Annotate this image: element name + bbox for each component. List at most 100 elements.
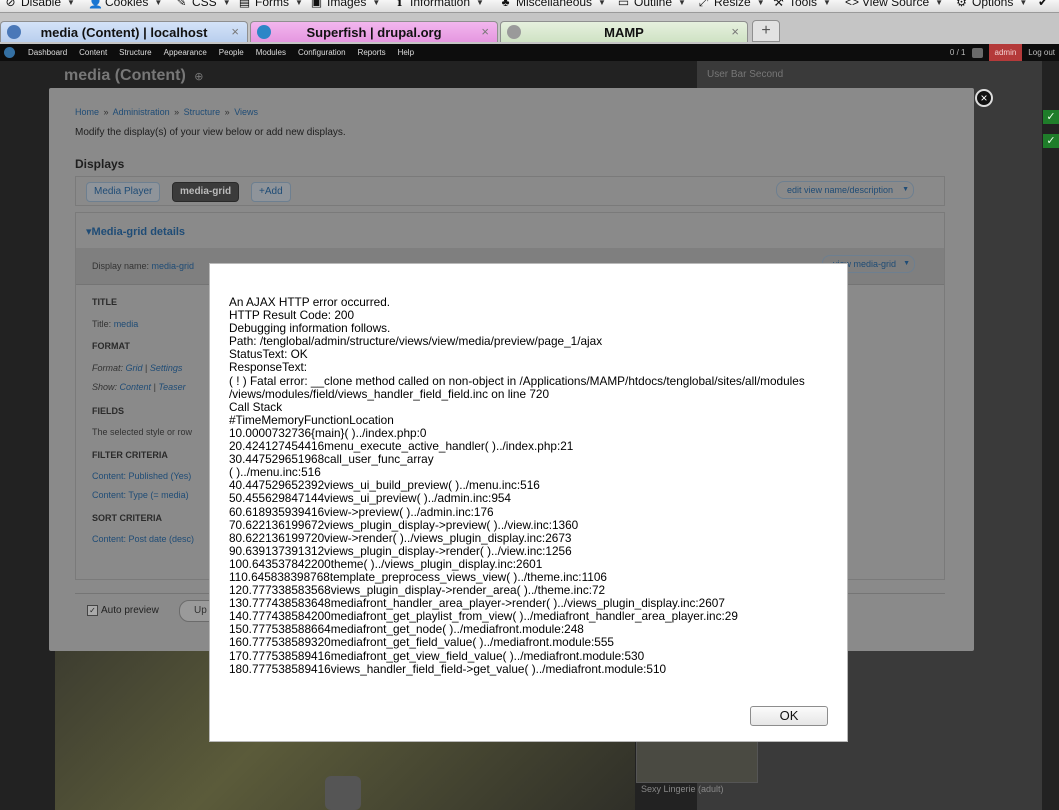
view-source-menu[interactable]: <> View Source ▼	[845, 0, 943, 9]
sidebar-title: User Bar Second	[707, 69, 784, 80]
display-name-link[interactable]: media-grid	[152, 261, 195, 271]
tab-media-player[interactable]: Media Player	[86, 182, 161, 202]
error-line: StatusText: OK	[229, 347, 308, 362]
auto-preview-label: Auto preview	[101, 605, 159, 616]
outline-icon: ▭	[617, 0, 630, 9]
miscellaneous-label: Miscellaneous	[516, 0, 593, 9]
current-user-link[interactable]: admin	[988, 44, 1023, 61]
format-settings-link[interactable]: Settings	[150, 363, 183, 373]
globe-favicon-icon	[507, 25, 521, 39]
disable-menu[interactable]: ⊘ Disable ▼	[4, 0, 74, 9]
error-line: Path: /tenglobal/admin/structure/views/v…	[229, 334, 603, 349]
section-format: FORMAT	[92, 341, 130, 351]
add-display-button[interactable]: +Add	[251, 182, 291, 202]
menu-structure[interactable]: Structure	[113, 44, 157, 61]
close-tab-icon[interactable]: ×	[231, 24, 239, 39]
images-menu[interactable]: ▣ Images ▼	[310, 0, 380, 9]
forms-menu[interactable]: ▤ Forms ▼	[238, 0, 303, 9]
close-tab-icon[interactable]: ×	[731, 24, 739, 39]
tab-superfish[interactable]: Superfish | drupal.org ×	[250, 21, 498, 42]
checkmark-icon[interactable]: ✔	[1038, 0, 1048, 9]
information-icon: ℹ	[397, 0, 402, 9]
css-label: CSS	[192, 0, 217, 9]
ajax-error-dialog: An AJAX HTTP error occurred. HTTP Result …	[209, 263, 848, 742]
tools-icon: ⚒	[773, 0, 784, 9]
error-line: 50.455629847144views_ui_preview( )../adm…	[229, 491, 511, 506]
tools-menu[interactable]: ⚒ Tools ▼	[772, 0, 831, 9]
cookies-menu[interactable]: 👤 Cookies ▼	[88, 0, 162, 9]
check-icon: ✓	[1043, 134, 1059, 148]
details-heading[interactable]: ▾Media-grid details	[86, 225, 185, 238]
tab-mamp[interactable]: MAMP ×	[500, 21, 748, 42]
auto-preview-option[interactable]: ✓ Auto preview	[87, 605, 159, 616]
options-menu[interactable]: ⚙ Options ▼	[955, 0, 1027, 9]
gear-icon[interactable]: ⊕	[194, 71, 203, 83]
tab-title: MAMP	[604, 24, 644, 40]
css-icon: ✎	[176, 0, 187, 9]
resize-label: Resize	[714, 0, 751, 9]
view-source-label: View Source	[862, 0, 930, 9]
logout-link[interactable]: Log out	[1028, 48, 1055, 57]
close-overlay-icon[interactable]: ×	[975, 89, 993, 107]
title-row: Title: media	[92, 319, 139, 329]
menu-configuration[interactable]: Configuration	[292, 44, 352, 61]
format-row: Format: Grid | Settings	[92, 363, 183, 373]
menu-appearance[interactable]: Appearance	[158, 44, 213, 61]
outline-menu[interactable]: ▭ Outline ▼	[617, 0, 686, 9]
section-filter: FILTER CRITERIA	[92, 450, 168, 460]
menu-modules[interactable]: Modules	[250, 44, 292, 61]
error-line: 80.622136199720view->render( )../views_p…	[229, 530, 572, 545]
menu-help[interactable]: Help	[392, 44, 420, 61]
chevron-down-icon: ▼	[902, 186, 910, 193]
check-icon: ✓	[1043, 110, 1059, 124]
breadcrumb-views[interactable]: Views	[234, 107, 258, 117]
error-line: #TimeMemoryFunctionLocation	[229, 412, 394, 427]
drupal-favicon-icon	[257, 25, 271, 39]
user-icon	[971, 47, 983, 58]
miscellaneous-menu[interactable]: ♣ Miscellaneous ▼	[499, 0, 606, 9]
playlist-thumbnail[interactable]	[636, 736, 758, 783]
user-counter: 0 / 1	[949, 48, 966, 57]
css-menu[interactable]: ✎ CSS ▼	[175, 0, 230, 9]
page-title: media (Content) ⊕	[64, 67, 204, 84]
tab-media-content[interactable]: media (Content) | localhost ×	[0, 21, 248, 42]
breadcrumb-home[interactable]: Home	[75, 107, 99, 117]
title-link[interactable]: media	[114, 319, 139, 329]
display-name: Display name: media-grid	[92, 261, 195, 271]
displays-heading: Displays	[75, 157, 125, 171]
section-title: TITLE	[92, 297, 117, 307]
resize-menu[interactable]: ⤢ Resize ▼	[697, 0, 765, 9]
format-grid-link[interactable]: Grid	[126, 363, 143, 373]
section-fields: FIELDS	[92, 406, 125, 416]
menu-dashboard[interactable]: Dashboard	[22, 44, 73, 61]
close-tab-icon[interactable]: ×	[481, 24, 489, 39]
new-tab-button[interactable]: +	[752, 20, 780, 42]
breadcrumb: Home » Administration » Structure » View…	[75, 107, 259, 117]
error-line: 180.777538589416views_handler_field_fiel…	[229, 661, 667, 676]
menu-reports[interactable]: Reports	[352, 44, 392, 61]
view-source-icon: <>	[845, 0, 860, 9]
breadcrumb-structure[interactable]: Structure	[184, 107, 221, 117]
auto-preview-checkbox[interactable]: ✓	[87, 605, 98, 616]
home-icon[interactable]	[4, 47, 15, 58]
error-line: 170.777538589416mediafront_get_view_fiel…	[229, 648, 645, 663]
breadcrumb-administration[interactable]: Administration	[113, 107, 170, 117]
error-line: ResponseText:	[229, 360, 308, 375]
options-label: Options	[972, 0, 1014, 9]
drupal-admin-toolbar: Dashboard Content Structure Appearance P…	[0, 44, 1059, 61]
options-icon: ⚙	[956, 0, 967, 9]
show-content-link[interactable]: Content	[120, 382, 152, 392]
error-message: An AJAX HTTP error occurred. HTTP Result …	[229, 295, 839, 676]
edit-view-name-button[interactable]: edit view name/description ▼	[776, 181, 915, 199]
show-teaser-link[interactable]: Teaser	[158, 382, 185, 392]
filter-published: Content: Published (Yes)	[92, 471, 192, 481]
menu-people[interactable]: People	[213, 44, 250, 61]
browser-tab-bar: media (Content) | localhost × Superfish …	[0, 13, 1059, 45]
tab-media-grid[interactable]: media-grid	[172, 182, 240, 202]
play-icon[interactable]	[325, 776, 361, 810]
thumbnail-caption: Sexy Lingerie (adult)	[641, 784, 724, 794]
forms-label: Forms	[255, 0, 289, 9]
information-menu[interactable]: ℹ Information ▼	[393, 0, 484, 9]
menu-content[interactable]: Content	[73, 44, 113, 61]
ok-button[interactable]: OK	[750, 706, 828, 726]
